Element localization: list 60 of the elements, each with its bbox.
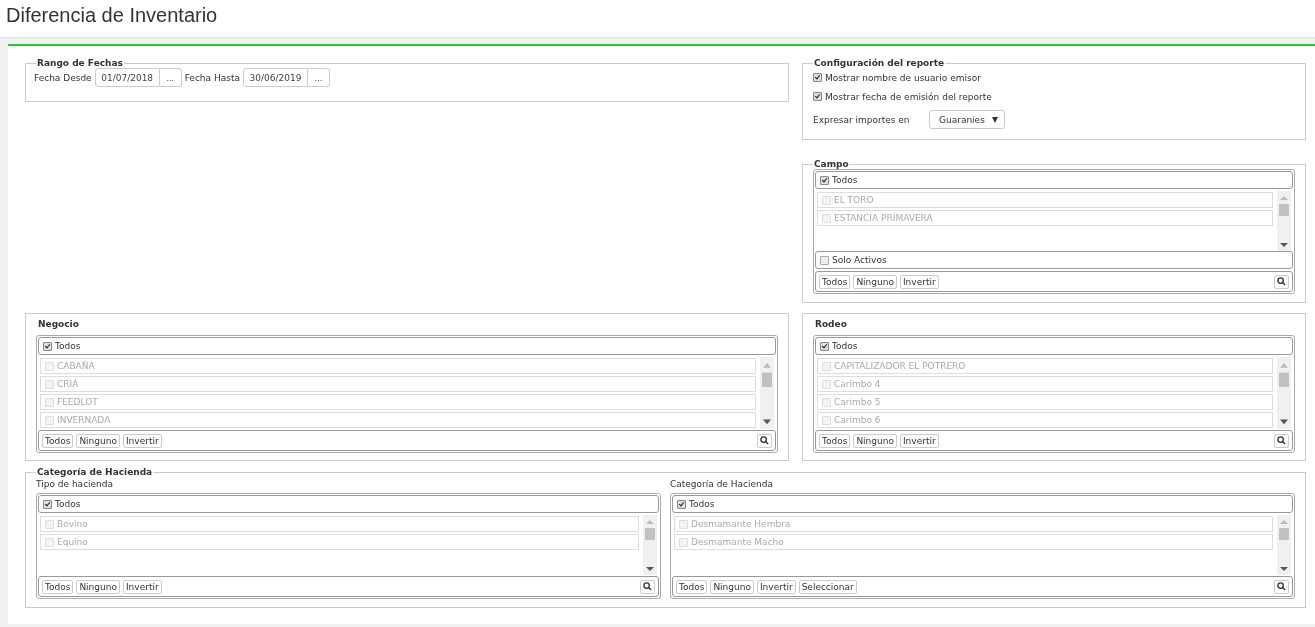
section-title: Rodeo <box>814 318 848 331</box>
caret-icon <box>992 116 998 123</box>
list-label: Tipo de hacienda <box>36 478 115 491</box>
field-label: Expresar importes en <box>813 114 911 125</box>
checkbox[interactable] <box>43 341 52 351</box>
action-button[interactable]: Invertir <box>756 579 796 594</box>
scrollbar[interactable] <box>1277 357 1291 429</box>
section-legend: Campo <box>813 159 850 169</box>
scrollbar[interactable] <box>1277 515 1291 575</box>
action-button[interactable]: Todos <box>42 433 74 448</box>
action-button[interactable]: Todos <box>819 433 851 448</box>
action-button[interactable]: Seleccionar <box>798 579 857 594</box>
action-button[interactable]: Ninguno <box>76 579 120 594</box>
scrollbar[interactable] <box>760 357 774 429</box>
checkbox[interactable] <box>820 341 829 351</box>
field-label: Fecha Desde <box>34 72 92 83</box>
action-button[interactable]: Invertir <box>899 274 939 289</box>
scrollbar[interactable] <box>643 515 657 575</box>
checkbox-option[interactable]: Mostrar nombre de usuario emisor <box>813 68 1295 87</box>
list-label: Categoría de Hacienda <box>670 478 774 491</box>
checkbox[interactable] <box>43 499 52 509</box>
search-button[interactable] <box>1274 579 1289 594</box>
checkbox[interactable] <box>820 255 829 265</box>
action-button[interactable]: Ninguno <box>853 274 897 289</box>
action-button[interactable]: Invertir <box>899 433 939 448</box>
checkbox[interactable] <box>677 499 686 509</box>
action-button[interactable]: Ninguno <box>76 433 120 448</box>
select-all-option[interactable]: Todos <box>38 495 659 513</box>
checkbox[interactable] <box>813 73 822 82</box>
filter-option[interactable]: Solo Activos <box>815 251 1293 269</box>
section-legend: Rango de Fechas <box>36 58 124 68</box>
date-field[interactable]: 30/06/2019 <box>242 68 308 87</box>
date-picker-button[interactable]: ... <box>307 68 330 87</box>
currency-dropdown[interactable]: Guaranies <box>929 110 1005 129</box>
date-field[interactable]: 01/07/2018 <box>94 68 160 87</box>
field-label: Fecha Hasta <box>184 72 240 83</box>
checkbox-option[interactable]: Mostrar fecha de emisión del reporte <box>813 87 1295 106</box>
search-button[interactable] <box>1274 433 1289 448</box>
select-all-option[interactable]: Todos <box>815 337 1293 355</box>
action-button[interactable]: Invertir <box>122 579 162 594</box>
section-legend: Categoría de Hacienda <box>36 467 154 477</box>
search-button[interactable] <box>1274 274 1289 289</box>
action-button[interactable]: Todos <box>676 579 708 594</box>
page-title: Diferencia de Inventario <box>5 3 219 27</box>
action-button[interactable]: Invertir <box>122 433 162 448</box>
select-all-option[interactable]: Todos <box>38 337 776 355</box>
search-button[interactable] <box>757 433 772 448</box>
section-legend: Configuración del reporte <box>813 58 946 68</box>
search-button[interactable] <box>640 579 655 594</box>
action-button[interactable]: Todos <box>42 579 74 594</box>
select-all-option[interactable]: Todos <box>815 171 1293 189</box>
select-all-option[interactable]: Todos <box>672 495 1293 513</box>
action-button[interactable]: Todos <box>819 274 851 289</box>
date-picker-button[interactable]: ... <box>159 68 182 87</box>
action-button[interactable]: Ninguno <box>710 579 754 594</box>
action-button[interactable]: Ninguno <box>853 433 897 448</box>
scrollbar[interactable] <box>1277 191 1291 251</box>
checkbox[interactable] <box>813 92 822 101</box>
checkbox[interactable] <box>820 175 829 185</box>
section-title: Negocio <box>37 318 80 331</box>
